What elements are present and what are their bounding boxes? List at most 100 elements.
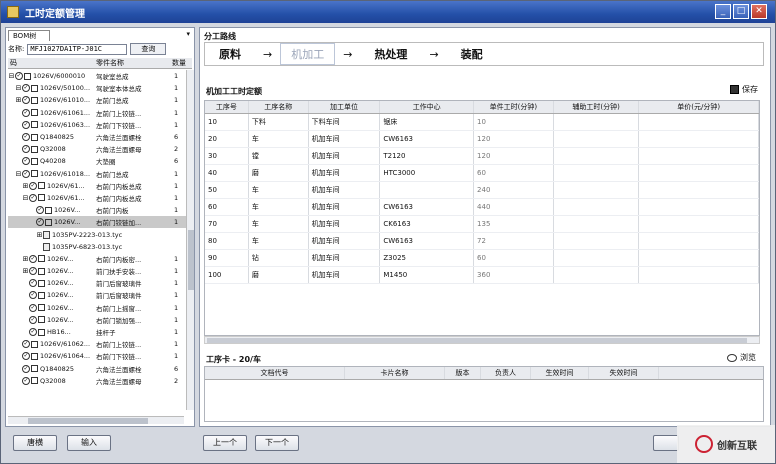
check-icon[interactable]: ✓ <box>29 193 37 202</box>
table-cell[interactable]: 240 <box>474 182 554 198</box>
tree-vertical-scrollbar[interactable] <box>186 70 194 410</box>
table-cell[interactable]: 车 <box>249 233 309 249</box>
check-icon[interactable]: ✓ <box>29 303 37 312</box>
table-cell[interactable]: 机加车间 <box>309 131 381 147</box>
check-icon[interactable]: ✓ <box>36 218 44 227</box>
tree-row[interactable]: ✓ 1026V/61061... 左前门上铰链... 1 <box>8 107 188 119</box>
tree-row[interactable]: ✓ 1026V... 前门后窗玻璃件 1 <box>8 289 188 301</box>
table-cell[interactable] <box>554 199 640 215</box>
table-cell[interactable]: 车 <box>249 216 309 232</box>
table-cell[interactable]: 360 <box>474 267 554 283</box>
grid-column-header[interactable]: 辅助工时(分钟) <box>554 101 640 113</box>
col-code[interactable]: 码 <box>8 58 96 68</box>
save-button[interactable]: 保存 <box>730 84 758 95</box>
route-step[interactable]: 热处理 <box>360 46 421 62</box>
tree-row[interactable]: 1035PV-6823-013.tyc <box>8 241 188 253</box>
tree-row[interactable]: ✓ Q32008 六角法兰面螺母 2 <box>8 143 188 155</box>
table-cell[interactable] <box>639 131 759 147</box>
tree-row[interactable]: ⊟ ✓ 1026V/50100... 驾驶室本体总成 1 <box>8 82 188 94</box>
check-icon[interactable]: ✓ <box>22 96 30 105</box>
minimize-icon[interactable]: _ <box>715 4 731 19</box>
grid-column-header[interactable]: 工序号 <box>205 101 249 113</box>
tree-row[interactable]: ⊟ ✓ 1026V/6000010 驾驶室总成 1 <box>8 70 188 82</box>
tree-toggle-icon[interactable]: ⊟ <box>15 84 22 92</box>
name-input[interactable] <box>27 43 128 55</box>
preview-button[interactable]: 浏览 <box>727 352 756 363</box>
table-cell[interactable]: 60 <box>205 199 249 215</box>
check-icon[interactable]: ✓ <box>22 352 30 361</box>
tree-row[interactable]: ⊞ 1035PV-2223-013.tyc <box>8 228 188 240</box>
table-cell[interactable] <box>639 233 759 249</box>
table-cell[interactable] <box>639 165 759 181</box>
tree-row[interactable]: ⊞ ✓ 1026V... 右前门内板密... 1 <box>8 253 188 265</box>
card-column-header[interactable]: 文档代号 <box>205 367 345 379</box>
table-cell[interactable] <box>554 233 640 249</box>
tree-toggle-icon[interactable]: ⊟ <box>8 72 15 80</box>
card-column-header[interactable]: 版本 <box>445 367 481 379</box>
close-icon[interactable]: ✕ <box>751 4 767 19</box>
check-icon[interactable]: ✓ <box>29 279 37 288</box>
table-cell[interactable]: 机加车间 <box>309 267 381 283</box>
check-icon[interactable]: ✓ <box>15 72 23 81</box>
check-icon[interactable]: ✓ <box>36 206 44 215</box>
grid-horizontal-scrollbar[interactable] <box>204 336 760 344</box>
card-column-header[interactable]: 生效时间 <box>531 367 589 379</box>
table-row[interactable]: 30 镗机加车间 T2120 120 <box>205 148 759 165</box>
grid-column-header[interactable]: 单件工时(分钟) <box>474 101 554 113</box>
check-icon[interactable]: ✓ <box>29 181 37 190</box>
table-cell[interactable]: 机加车间 <box>309 199 381 215</box>
tab-bom-tree[interactable]: BOM树 <box>8 30 50 41</box>
table-row[interactable]: 100 磨机加车间 M1450 360 <box>205 267 759 284</box>
table-cell[interactable] <box>554 182 640 198</box>
table-row[interactable]: 20 车机加车间 CW6163 120 <box>205 131 759 148</box>
table-cell[interactable]: 下料 <box>249 114 309 130</box>
table-cell[interactable]: 机加车间 <box>309 182 381 198</box>
table-cell[interactable] <box>554 267 640 283</box>
table-cell[interactable] <box>639 148 759 164</box>
tree-toggle-icon[interactable]: ⊞ <box>15 96 22 104</box>
table-cell[interactable]: 440 <box>474 199 554 215</box>
tree-row[interactable]: ⊞ ✓ 1026V/61010... 左前门总成 1 <box>8 94 188 106</box>
tree-row[interactable]: ✓ 1026V/61064... 右前门下铰链... 1 <box>8 350 188 362</box>
table-row[interactable]: 60 车机加车间 CW6163 440 <box>205 199 759 216</box>
table-cell[interactable] <box>639 250 759 266</box>
check-icon[interactable]: ✓ <box>22 376 30 385</box>
check-icon[interactable]: ✓ <box>22 108 30 117</box>
check-icon[interactable]: ✓ <box>29 328 37 337</box>
next-button[interactable]: 下一个 <box>255 435 299 451</box>
table-cell[interactable]: 80 <box>205 233 249 249</box>
table-cell[interactable]: 锯床 <box>380 114 475 130</box>
check-icon[interactable]: ✓ <box>22 84 30 93</box>
check-icon[interactable]: ✓ <box>22 169 30 178</box>
partial-button[interactable] <box>653 435 679 451</box>
check-icon[interactable]: ✓ <box>22 145 30 154</box>
tree-toggle-icon[interactable]: ⊟ <box>22 194 29 202</box>
table-cell[interactable]: 90 <box>205 250 249 266</box>
tree-row[interactable]: ⊟ ✓ 1026V/61... 右前门内板总成 1 <box>8 192 188 204</box>
tree-toggle-icon[interactable]: ⊞ <box>22 267 29 275</box>
table-cell[interactable]: 60 <box>474 250 554 266</box>
table-cell[interactable]: 机加车间 <box>309 148 381 164</box>
table-cell[interactable] <box>639 199 759 215</box>
grid-column-header[interactable]: 工作中心 <box>380 101 475 113</box>
check-icon[interactable]: ✓ <box>29 315 37 324</box>
card-column-header[interactable]: 卡片名称 <box>345 367 445 379</box>
route-step[interactable]: 原料 <box>205 46 255 62</box>
table-cell[interactable]: 下料车间 <box>309 114 381 130</box>
tree-row[interactable]: ✓ 1026V/61062... 右前门上铰链... 1 <box>8 338 188 350</box>
check-icon[interactable]: ✓ <box>22 157 30 166</box>
table-cell[interactable]: 车 <box>249 182 309 198</box>
table-cell[interactable]: 50 <box>205 182 249 198</box>
table-cell[interactable]: 车 <box>249 131 309 147</box>
table-row[interactable]: 50 车机加车间 240 <box>205 182 759 199</box>
card-column-header[interactable]: 失效时间 <box>589 367 659 379</box>
col-qty[interactable]: 数量 <box>172 58 192 68</box>
tree-row[interactable]: ✓ Q1840825 六角法兰面螺栓 6 <box>8 363 188 375</box>
table-cell[interactable]: T2120 <box>380 148 475 164</box>
table-cell[interactable]: CK6163 <box>380 216 475 232</box>
table-row[interactable]: 40 磨机加车间 HTC3000 60 <box>205 165 759 182</box>
table-cell[interactable] <box>554 148 640 164</box>
table-cell[interactable]: 钻 <box>249 250 309 266</box>
tree-row[interactable]: ✓ Q1840825 六角法兰面螺栓 6 <box>8 131 188 143</box>
table-cell[interactable] <box>554 216 640 232</box>
